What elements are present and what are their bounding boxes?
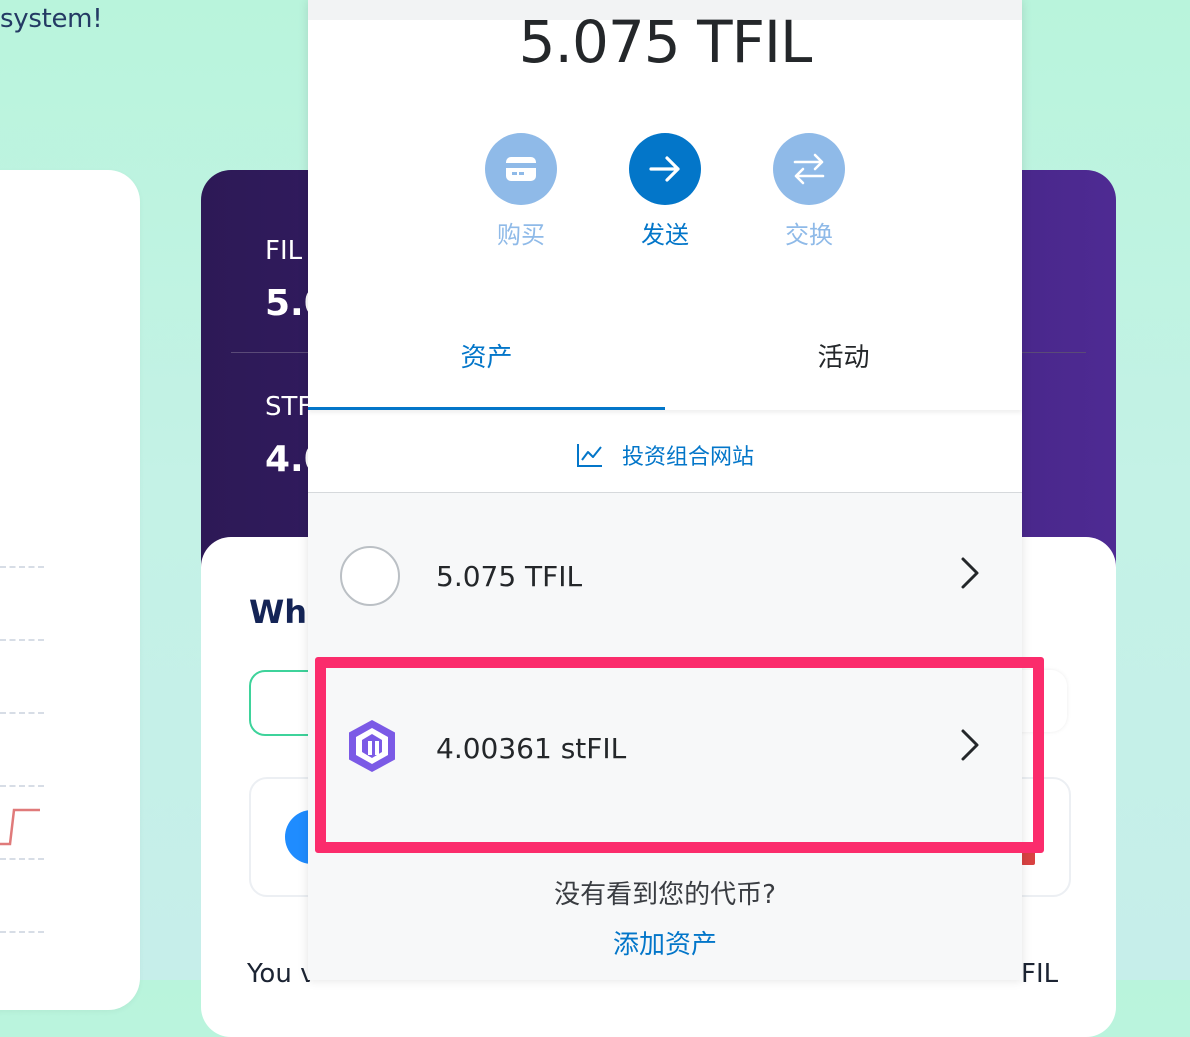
swap-label: 交换 [785,221,833,249]
chart-gridline [0,858,44,860]
empty-token-icon [340,546,400,606]
chart-gridline [0,785,44,787]
background-left-card [0,170,140,1010]
account-balance: 5.075 TFIL [518,8,813,76]
wallet-popup: 5.075 TFIL 购买 发送 交换 资产 活动 投资组合网站 5.075 T… [308,0,1022,980]
missing-token-prompt: 没有看到您的代币? [554,880,776,910]
chart-gridline [0,931,44,933]
tab-activity[interactable]: 活动 [665,300,1022,410]
chevron-right-icon [961,557,979,589]
add-asset-link[interactable]: 添加资产 [308,924,1022,961]
chart-line [0,808,40,846]
send-button[interactable]: 发送 [605,133,725,250]
portfolio-site-label: 投资组合网站 [621,445,754,470]
buy-button[interactable]: 购买 [461,133,581,250]
chart-line-icon [576,444,602,467]
chevron-right-icon [961,729,979,761]
form-footer-text: You v [247,959,316,989]
asset-activity-tabs: 资产 活动 [308,300,1022,410]
asset-row-tfil[interactable]: 5.075 TFIL [308,493,1022,653]
form-footer-right-text: FIL [1021,959,1059,989]
asset-row-stfil[interactable]: 4.00361 stFIL [308,665,1022,825]
card-label-stfil: STF [265,392,313,422]
asset-amount: 4.00361 stFIL [436,732,627,765]
chart-gridline [0,566,44,568]
swap-button[interactable]: 交换 [749,133,869,250]
tab-assets[interactable]: 资产 [308,300,665,410]
tab-assets-label: 资产 [460,342,513,373]
card-label-fil: FIL [265,236,303,266]
swap-icon [773,133,845,205]
portfolio-site-link[interactable]: 投资组合网站 [308,418,1022,492]
badge-icon [1021,847,1035,865]
card-icon [485,133,557,205]
background-tagline: system! [0,4,103,34]
buy-label: 购买 [497,221,545,249]
send-label: 发送 [641,221,689,249]
chart-gridline [0,639,44,641]
active-tab-indicator [308,407,665,410]
chart-gridline [0,712,44,714]
asset-amount: 5.075 TFIL [436,560,583,593]
arrow-right-icon [629,133,701,205]
stfil-logo-icon [349,720,395,772]
tab-activity-label: 活动 [817,342,870,373]
